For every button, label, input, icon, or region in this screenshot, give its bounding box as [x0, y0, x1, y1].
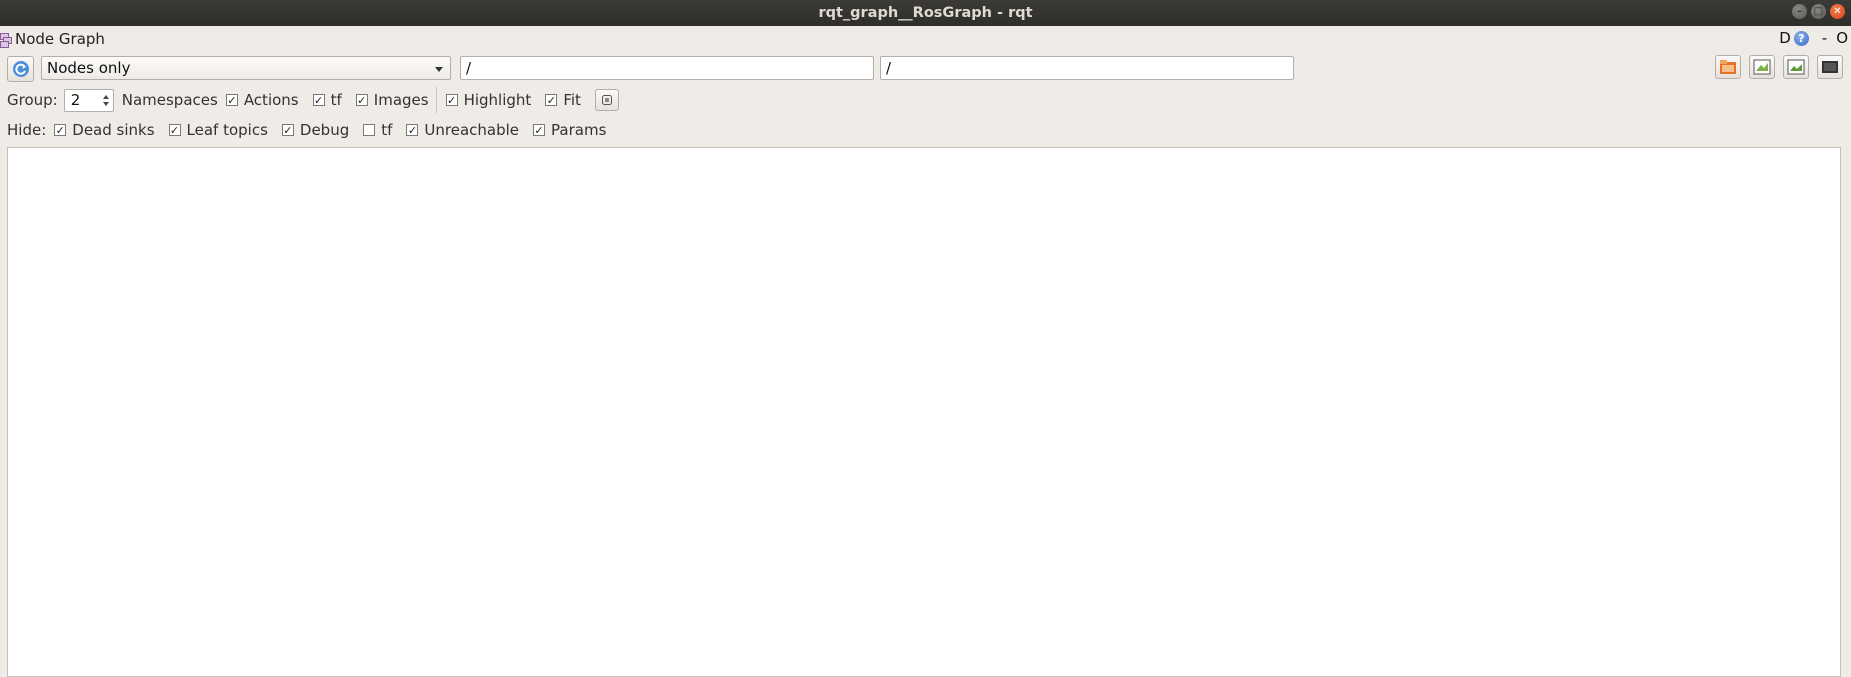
hide-label: Hide: — [7, 121, 47, 139]
close-plugin-button[interactable]: O — [1836, 29, 1848, 47]
highlight-checkbox[interactable]: ✓ — [445, 94, 458, 106]
actions-label: Actions — [243, 91, 299, 109]
save-dot-button[interactable] — [1749, 55, 1775, 79]
minimize-plugin-button[interactable]: - — [1822, 29, 1827, 47]
unreachable-label: Unreachable — [424, 121, 520, 139]
params-label: Params — [551, 121, 607, 139]
fit-checkbox[interactable]: ✓ — [545, 94, 558, 106]
node-filter-input[interactable]: / — [460, 56, 874, 80]
images-checkbox[interactable]: ✓ — [355, 94, 368, 106]
topic-filter-input[interactable]: / — [880, 56, 1294, 80]
group-spinbox[interactable]: 2 — [63, 88, 114, 112]
graph-type-select[interactable]: Nodes only — [41, 56, 451, 80]
window-titlebar: rqt_graph__RosGraph - rqt – □ ✕ — [0, 0, 1851, 26]
graph-canvas[interactable] — [7, 147, 1841, 677]
window-controls: – □ ✕ — [1792, 4, 1845, 19]
screenshot-icon — [1822, 61, 1838, 73]
node-filter-value: / — [466, 59, 472, 77]
dead-sinks-label: Dead sinks — [72, 121, 155, 139]
params-checkbox[interactable]: ✓ — [533, 124, 546, 136]
node-graph-icon — [0, 32, 13, 48]
load-dot-icon — [1720, 60, 1736, 74]
namespaces-label: Namespaces — [121, 91, 218, 109]
spin-up-icon[interactable] — [102, 94, 109, 99]
hide-tf-checkbox[interactable] — [363, 124, 376, 136]
chevron-down-icon — [435, 67, 443, 72]
spin-down-icon[interactable] — [102, 101, 109, 106]
leaf-topics-checkbox[interactable]: ✓ — [168, 124, 181, 136]
close-icon[interactable]: ✕ — [1830, 4, 1845, 19]
debug-label: Debug — [299, 121, 350, 139]
hide-tf-label: tf — [381, 121, 393, 139]
window-title: rqt_graph__RosGraph - rqt — [818, 5, 1033, 21]
options-row: Group: 2 Namespaces ✓ Actions ✓ tf ✓ Ima… — [7, 87, 619, 113]
debug-toggle[interactable]: D — [1779, 29, 1791, 47]
topic-filter-value: / — [886, 59, 892, 77]
dead-sinks-checkbox[interactable]: ✓ — [54, 124, 67, 136]
plugin-tools: D ? - O — [1779, 29, 1848, 47]
tf-option-checkbox[interactable]: ✓ — [312, 94, 325, 106]
help-icon[interactable]: ? — [1793, 30, 1809, 46]
save-image-button[interactable] — [1783, 55, 1809, 79]
group-value: 2 — [70, 91, 81, 109]
plugin-title-bar: Node Graph — [0, 28, 105, 50]
fit-label: Fit — [563, 91, 581, 109]
toolbar-divider — [435, 87, 437, 113]
maximize-icon[interactable]: □ — [1811, 4, 1826, 19]
plugin-title: Node Graph — [15, 30, 105, 48]
save-dot-icon — [1753, 59, 1771, 75]
unreachable-checkbox[interactable]: ✓ — [406, 124, 419, 136]
refresh-button[interactable] — [7, 56, 34, 82]
fit-in-view-icon — [601, 95, 612, 105]
minimize-icon[interactable]: – — [1792, 4, 1807, 19]
images-label: Images — [373, 91, 429, 109]
save-image-icon — [1787, 59, 1805, 75]
load-dot-button[interactable] — [1715, 55, 1741, 79]
namespaces-checkbox[interactable]: ✓ — [225, 94, 238, 106]
highlight-label: Highlight — [463, 91, 532, 109]
fit-in-view-button[interactable] — [594, 89, 619, 111]
tf-option-label: tf — [330, 91, 342, 109]
screenshot-button[interactable] — [1817, 55, 1843, 79]
hide-row: Hide: ✓ Dead sinks ✓ Leaf topics ✓ Debug… — [7, 119, 606, 141]
group-label: Group: — [7, 91, 58, 109]
graph-type-value: Nodes only — [47, 59, 131, 77]
debug-checkbox[interactable]: ✓ — [281, 124, 294, 136]
leaf-topics-label: Leaf topics — [186, 121, 268, 139]
refresh-icon — [12, 61, 29, 77]
graph-actions-toolbar — [1715, 55, 1843, 79]
